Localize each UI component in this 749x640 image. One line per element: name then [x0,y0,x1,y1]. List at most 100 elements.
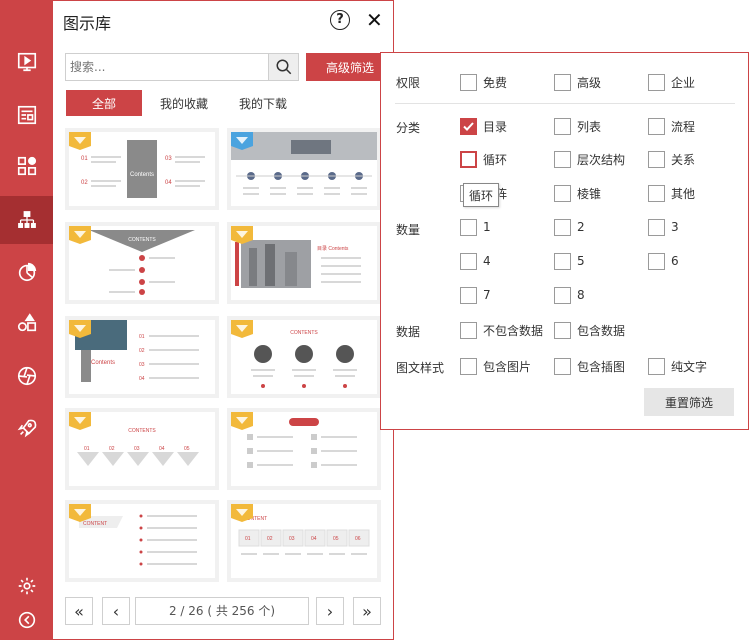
checkbox[interactable] [460,286,477,304]
filter-option-toc[interactable]: 目录 [460,117,507,135]
checkbox[interactable] [554,286,571,304]
checkbox[interactable] [554,218,571,236]
prev-page-button[interactable]: ‹ [102,597,130,625]
diagram-thumbnail[interactable]: CONTENTS [227,316,381,398]
svg-text:04: 04 [159,446,165,452]
checkbox[interactable] [554,150,571,168]
search-button[interactable] [268,54,298,80]
diagram-thumbnail[interactable]: Contents 01 02 03 04 [65,316,219,398]
checkbox[interactable] [460,252,477,270]
checkbox[interactable] [554,321,571,339]
premium-gem-icon [231,320,253,338]
checkbox[interactable] [460,150,477,168]
checkbox[interactable] [554,73,571,91]
option-label: 流程 [671,119,696,134]
option-label: 循环 [483,152,508,167]
option-label: 包含图片 [483,359,532,374]
filter-option-count-8[interactable]: 8 [554,286,585,304]
checkbox-checked[interactable] [460,117,477,135]
svg-text:Contents: Contents [130,172,154,178]
filter-option-count-6[interactable]: 6 [648,252,679,270]
diagram-thumbnail[interactable]: CONTENTS 01 02 03 04 05 [65,408,219,490]
filter-option-enterprise[interactable]: 企业 [648,73,695,91]
diagram-thumbnail[interactable]: CONTENT [65,500,219,582]
filter-option-no-data[interactable]: 不包含数据 [460,321,543,339]
filter-option-with-illustration[interactable]: 包含插图 [554,357,625,375]
last-page-button[interactable]: » [353,597,381,625]
tab-downloads[interactable]: 我的下载 [228,90,298,116]
filter-option-count-7[interactable]: 7 [460,286,491,304]
filter-option-list[interactable]: 列表 [554,117,601,135]
checkbox[interactable] [460,357,477,375]
svg-text:05: 05 [184,446,190,452]
checkbox[interactable] [554,252,571,270]
filter-option-count-4[interactable]: 4 [460,252,491,270]
diagram-thumbnail[interactable]: CONTENT 01 02 03 04 05 06 [227,500,381,582]
close-icon[interactable]: ✕ [366,8,383,32]
search-input[interactable] [66,54,266,80]
filter-option-hierarchy[interactable]: 层次结构 [554,150,625,168]
checkbox[interactable] [460,218,477,236]
filter-option-with-picture[interactable]: 包含图片 [460,357,531,375]
checkbox[interactable] [554,184,571,202]
svg-text:目录 Contents: 目录 Contents [317,245,349,252]
filter-option-free[interactable]: 免费 [460,73,507,91]
diagram-thumbnail[interactable]: CONTENTS [65,222,219,304]
checkbox[interactable] [648,357,665,375]
filter-option-other[interactable]: 其他 [648,184,695,202]
pie-chart-icon[interactable] [0,249,53,295]
org-chart-icon[interactable] [0,196,53,244]
layout-icon[interactable] [0,92,53,138]
next-page-button[interactable]: › [316,597,344,625]
option-label: 2 [577,220,585,234]
reset-filter-button[interactable]: 重置筛选 [644,388,734,416]
diagram-thumbnail[interactable]: 目录 Contents [227,222,381,304]
filter-option-count-3[interactable]: 3 [648,218,679,236]
help-icon[interactable]: ? [330,10,350,30]
back-icon[interactable] [0,597,53,640]
checkbox[interactable] [648,150,665,168]
svg-text:03: 03 [165,156,172,162]
checkbox[interactable] [648,73,665,91]
premium-gem-icon [69,504,91,522]
checkbox[interactable] [648,117,665,135]
checkbox[interactable] [460,73,477,91]
first-page-button[interactable]: « [65,597,93,625]
filter-option-text-only[interactable]: 纯文字 [648,357,707,375]
checkbox[interactable] [648,252,665,270]
svg-text:04: 04 [139,376,145,382]
filter-option-cycle[interactable]: 循环 [460,150,507,168]
slideshow-icon[interactable] [0,39,53,85]
filter-option-count-1[interactable]: 1 [460,218,491,236]
checkbox[interactable] [648,184,665,202]
option-label: 棱锥 [577,186,602,201]
diagram-thumbnail[interactable] [227,408,381,490]
tab-favorites[interactable]: 我的收藏 [149,90,219,116]
checkbox[interactable] [554,357,571,375]
svg-text:02: 02 [81,180,88,186]
filter-label-category: 分类 [396,121,421,135]
page-status[interactable]: 2 / 26 ( 共 256 个) [135,597,309,625]
checkbox[interactable] [554,117,571,135]
checkbox[interactable] [460,321,477,339]
filter-option-pyramid[interactable]: 棱锥 [554,184,601,202]
tab-all[interactable]: 全部 [66,90,142,116]
rocket-icon[interactable] [0,405,53,451]
filter-option-relationship[interactable]: 关系 [648,150,695,168]
svg-text:03: 03 [139,362,145,368]
filter-option-process[interactable]: 流程 [648,117,695,135]
option-label: 7 [483,288,491,302]
aperture-icon[interactable] [0,353,53,399]
filter-option-with-data[interactable]: 包含数据 [554,321,625,339]
shapes-icon[interactable] [0,300,53,346]
svg-text:Contents: Contents [91,360,115,366]
grid-shapes-icon[interactable] [0,143,53,189]
diagram-thumbnail[interactable] [227,128,381,210]
option-label: 5 [577,254,585,268]
filter-option-premium[interactable]: 高级 [554,73,601,91]
checkbox[interactable] [648,218,665,236]
diagram-thumbnail[interactable]: Contents 01 02 03 04 [65,128,219,210]
filter-option-count-2[interactable]: 2 [554,218,585,236]
option-label: 目录 [483,119,508,134]
filter-option-count-5[interactable]: 5 [554,252,585,270]
